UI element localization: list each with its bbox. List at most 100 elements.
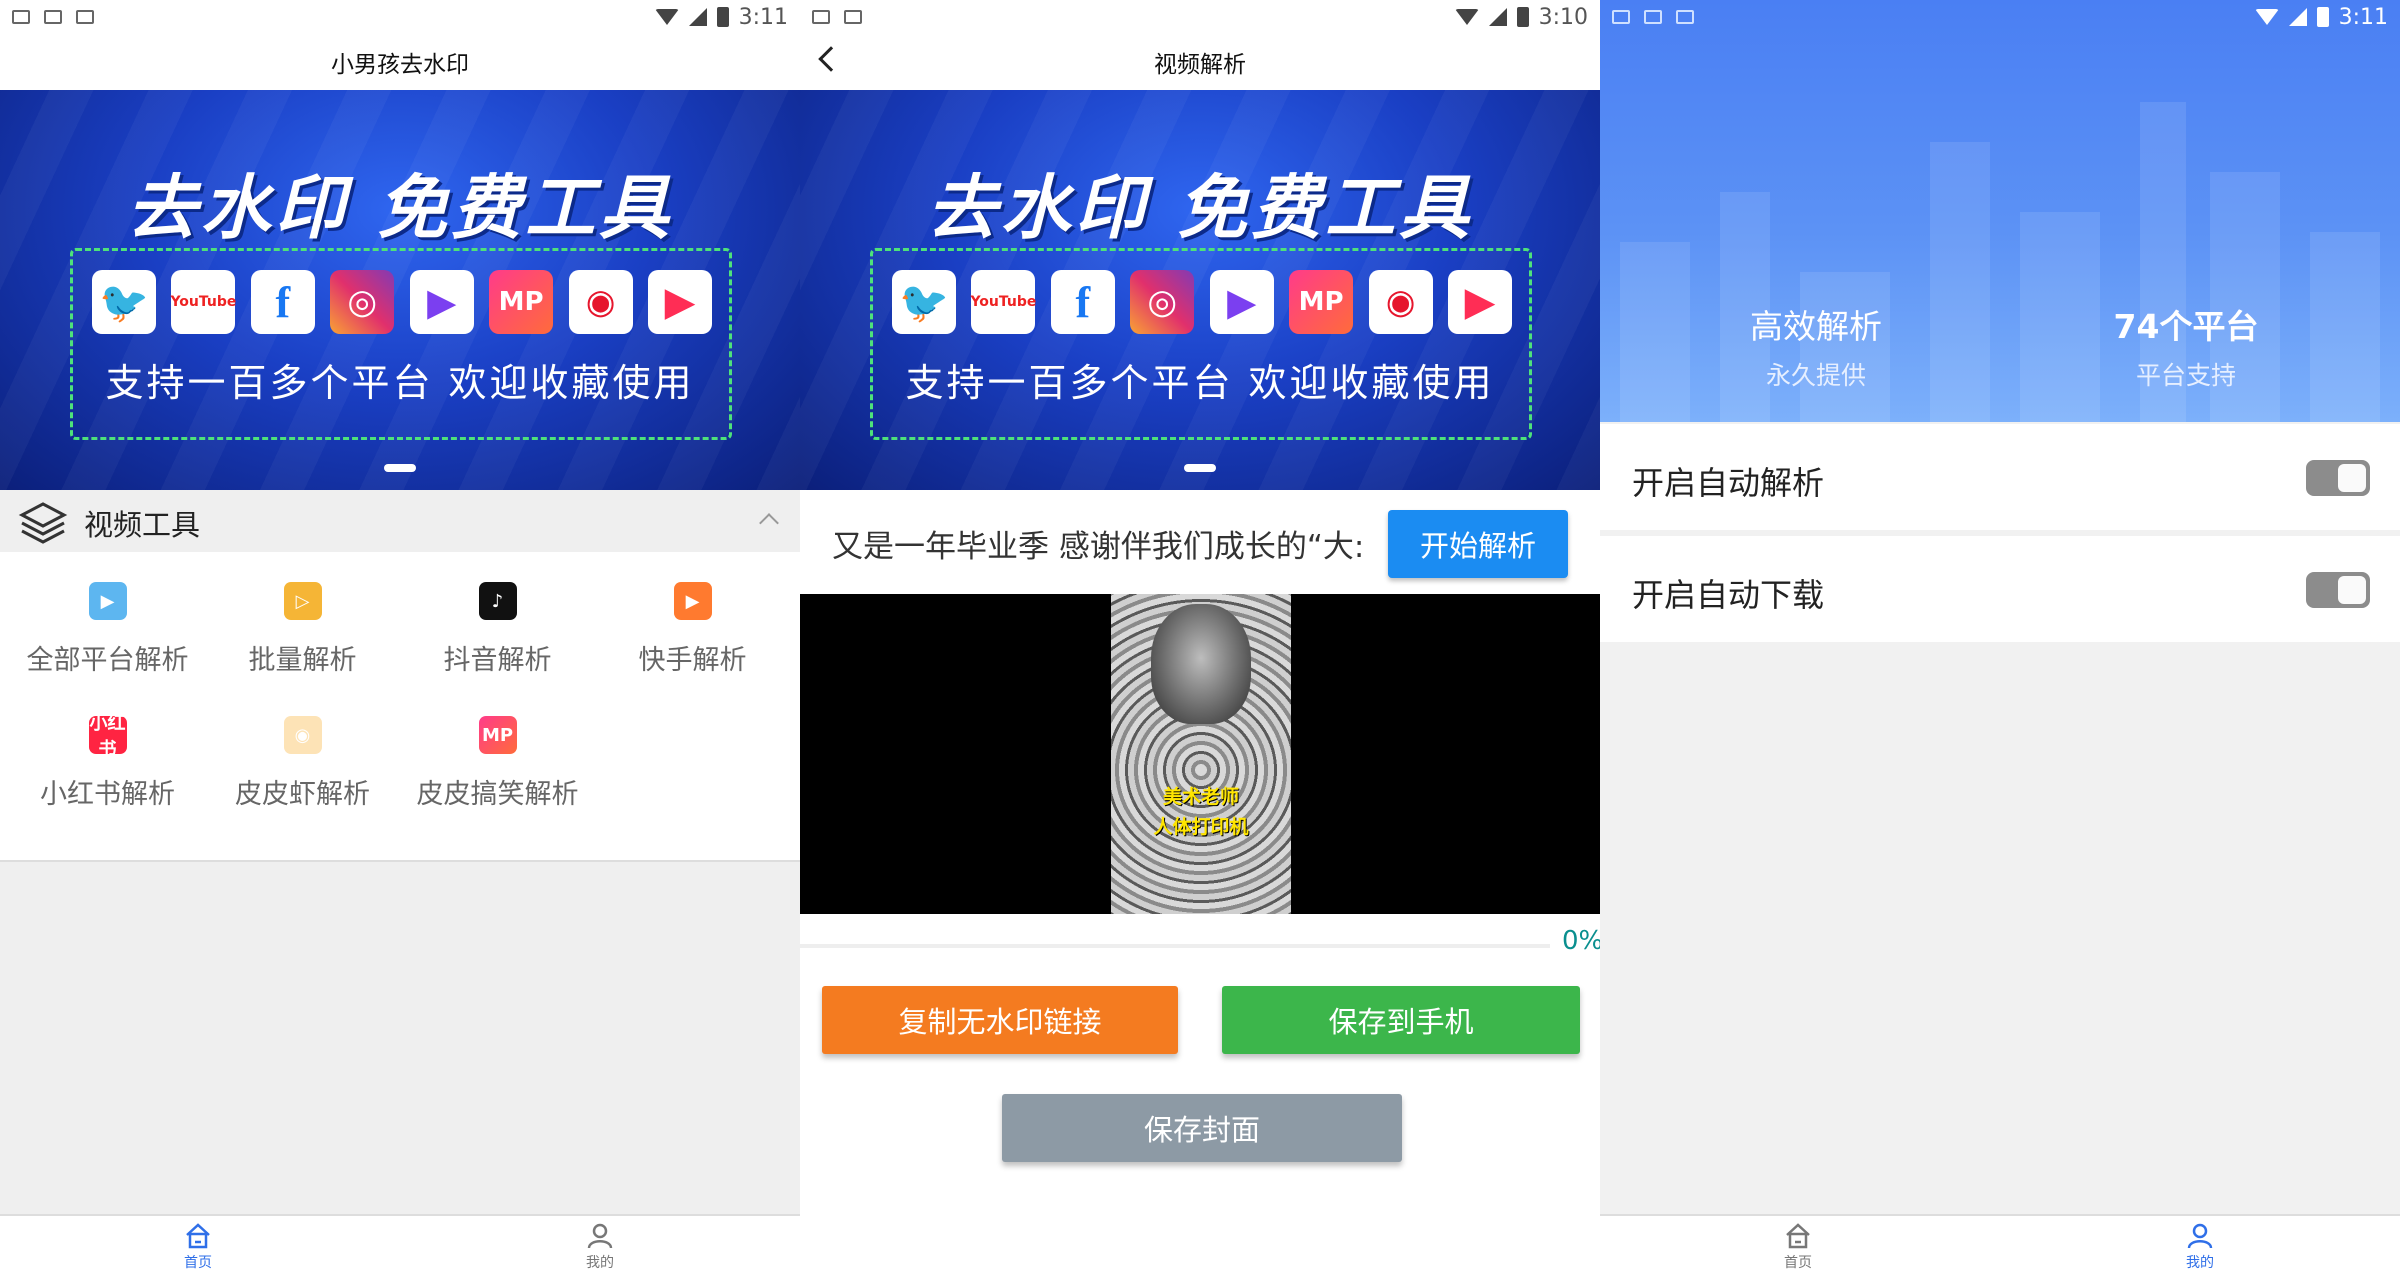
signal-icon — [2288, 8, 2307, 26]
profile-screen: 3:11 高效解析 永久提供 74个平台 平台支持 开启自动解析 开启自动下载 … — [1600, 0, 2400, 1280]
layers-icon — [18, 502, 68, 544]
video-caption-line2: 人体打印机 — [1153, 816, 1249, 838]
banner[interactable]: 去水印 免费工具 🐦 YouTube f ◎ ▶ MP ◉ ▶ 支持一百多个平台… — [800, 90, 1600, 490]
tool-label: 皮皮搞笑解析 — [416, 779, 579, 810]
status-time: 3:10 — [1538, 4, 1588, 30]
share-link-input[interactable] — [832, 520, 1372, 566]
save-to-phone-button[interactable]: 保存到手机 — [1222, 986, 1580, 1054]
video-tools-header[interactable]: 视频工具 — [0, 490, 800, 552]
tools-grid: ▶ 全部平台解析 ▷ 批量解析 ♪ 抖音解析 ▶ 快手解析 小红书 小红书解析 … — [0, 552, 800, 862]
nav-home-label: 首页 — [1784, 1255, 1812, 1271]
stat-platforms: 74个平台 平台支持 — [2056, 300, 2316, 392]
kuaishou-icon: ▶ — [647, 270, 712, 334]
progress-percent: 0% — [1562, 926, 1600, 956]
nav-mine[interactable]: 我的 — [2140, 1222, 2260, 1272]
pipixia-icon: ◉ — [283, 716, 322, 754]
twitter-icon: 🐦 — [892, 270, 956, 334]
stat-value: 高效解析 — [1750, 307, 1882, 346]
carousel-indicator[interactable] — [1184, 464, 1216, 472]
status-time: 3:11 — [2338, 4, 2388, 30]
image-icon — [1612, 10, 1630, 24]
douyin-icon: ♪ — [478, 582, 517, 620]
instagram-icon: ◎ — [330, 270, 395, 334]
tool-xiaohongshu[interactable]: 小红书 小红书解析 — [10, 713, 205, 811]
stat-label: 永久提供 — [1765, 361, 1866, 390]
save-cover-button[interactable]: 保存封面 — [1002, 1094, 1402, 1162]
stat-value: 74个平台 — [2113, 307, 2259, 346]
carousel-indicator[interactable] — [384, 464, 416, 472]
play-icon: ▶ — [1209, 270, 1274, 334]
pipigaoxiao-icon: MP — [478, 716, 517, 754]
back-icon[interactable] — [818, 46, 844, 72]
youtube-icon: YouTube — [170, 270, 236, 334]
copy-link-button[interactable]: 复制无水印链接 — [822, 986, 1178, 1054]
signal-icon — [688, 8, 707, 26]
facebook-icon: f — [1050, 270, 1115, 334]
bottom-nav: 首页 我的 — [0, 1214, 800, 1280]
tool-pipigaoxiao[interactable]: MP 皮皮搞笑解析 — [400, 716, 595, 811]
tool-batch[interactable]: ▷ 批量解析 — [205, 582, 400, 677]
tool-label: 全部平台解析 — [26, 645, 189, 676]
video-icon: ▶ — [88, 582, 127, 620]
tool-douyin[interactable]: ♪ 抖音解析 — [400, 582, 595, 677]
video-thumbnail: 美术老师 人体打印机 — [1111, 594, 1291, 914]
setting-auto-parse[interactable]: 开启自动解析 — [1600, 424, 2400, 530]
page-title-text: 视频解析 — [1154, 52, 1246, 78]
nav-mine-label: 我的 — [586, 1255, 614, 1271]
auto-parse-toggle[interactable] — [2306, 460, 2370, 496]
platform-icons: 🐦 YouTube f ◎ ▶ MP ◉ ▶ — [892, 270, 1512, 334]
play-icon: ▶ — [409, 270, 474, 334]
banner-title: 去水印 免费工具 — [926, 167, 1474, 249]
mp-icon: MP — [489, 270, 554, 334]
nav-mine[interactable]: 我的 — [540, 1222, 660, 1272]
user-icon — [2186, 1222, 2214, 1250]
wifi-icon — [1454, 9, 1479, 25]
profile-header: 3:11 高效解析 永久提供 74个平台 平台支持 — [1600, 0, 2400, 422]
font-icon — [76, 10, 94, 24]
weibo-icon: ◉ — [568, 270, 633, 334]
banner-subtitle: 支持一百多个平台 欢迎收藏使用 — [105, 361, 695, 405]
home-icon — [1784, 1222, 1812, 1250]
tool-label: 皮皮虾解析 — [235, 779, 370, 810]
page-title: 视频解析 — [800, 34, 1600, 90]
bottom-nav: 首页 我的 — [1600, 1214, 2400, 1280]
status-bar: 3:10 — [800, 0, 1600, 34]
page-title: 小男孩去水印 — [0, 34, 800, 90]
video-parse-screen: 3:10 视频解析 去水印 免费工具 🐦 YouTube f ◎ ▶ MP ◉ … — [800, 0, 1600, 1280]
image-icon — [44, 10, 62, 24]
battery-icon — [716, 7, 729, 27]
wifi-icon — [654, 9, 679, 25]
auto-download-toggle[interactable] — [2306, 572, 2370, 608]
video-caption: 美术老师 人体打印机 — [1111, 782, 1291, 842]
tool-pipixia[interactable]: ◉ 皮皮虾解析 — [205, 716, 400, 811]
nav-home[interactable]: 首页 — [138, 1222, 258, 1272]
xiaohongshu-icon: 小红书 — [88, 713, 127, 760]
youtube-icon: YouTube — [970, 270, 1036, 334]
parse-row: 开始解析 — [800, 490, 1600, 590]
kuaishou-icon: ▶ — [673, 582, 712, 620]
nav-home[interactable]: 首页 — [1738, 1222, 1858, 1272]
battery-icon — [2316, 7, 2329, 27]
video-player[interactable]: 美术老师 人体打印机 — [800, 594, 1600, 914]
tool-kuaishou[interactable]: ▶ 快手解析 — [595, 582, 790, 677]
setting-auto-download[interactable]: 开启自动下载 — [1600, 536, 2400, 642]
section-title: 视频工具 — [84, 508, 201, 542]
weibo-icon: ◉ — [1368, 270, 1433, 334]
image-icon — [812, 10, 830, 24]
status-bar: 3:11 — [0, 0, 800, 34]
tool-all-platforms[interactable]: ▶ 全部平台解析 — [10, 582, 205, 677]
chevron-up-icon[interactable] — [759, 513, 779, 533]
batch-icon: ▷ — [283, 582, 322, 620]
user-icon — [586, 1222, 614, 1250]
tool-label: 抖音解析 — [443, 645, 552, 676]
nav-mine-label: 我的 — [2186, 1255, 2214, 1271]
tool-label: 小红书解析 — [40, 779, 175, 810]
download-progress-bar — [800, 944, 1550, 948]
banner[interactable]: 去水印 免费工具 🐦 YouTube f ◎ ▶ MP ◉ ▶ 支持一百多个平台… — [0, 90, 800, 490]
start-parse-button[interactable]: 开始解析 — [1388, 510, 1568, 578]
video-caption-line1: 美术老师 — [1162, 786, 1239, 808]
nav-home-label: 首页 — [184, 1255, 212, 1271]
signal-icon — [1488, 8, 1507, 26]
tool-label: 批量解析 — [248, 645, 357, 676]
kuaishou-icon: ▶ — [1447, 270, 1512, 334]
